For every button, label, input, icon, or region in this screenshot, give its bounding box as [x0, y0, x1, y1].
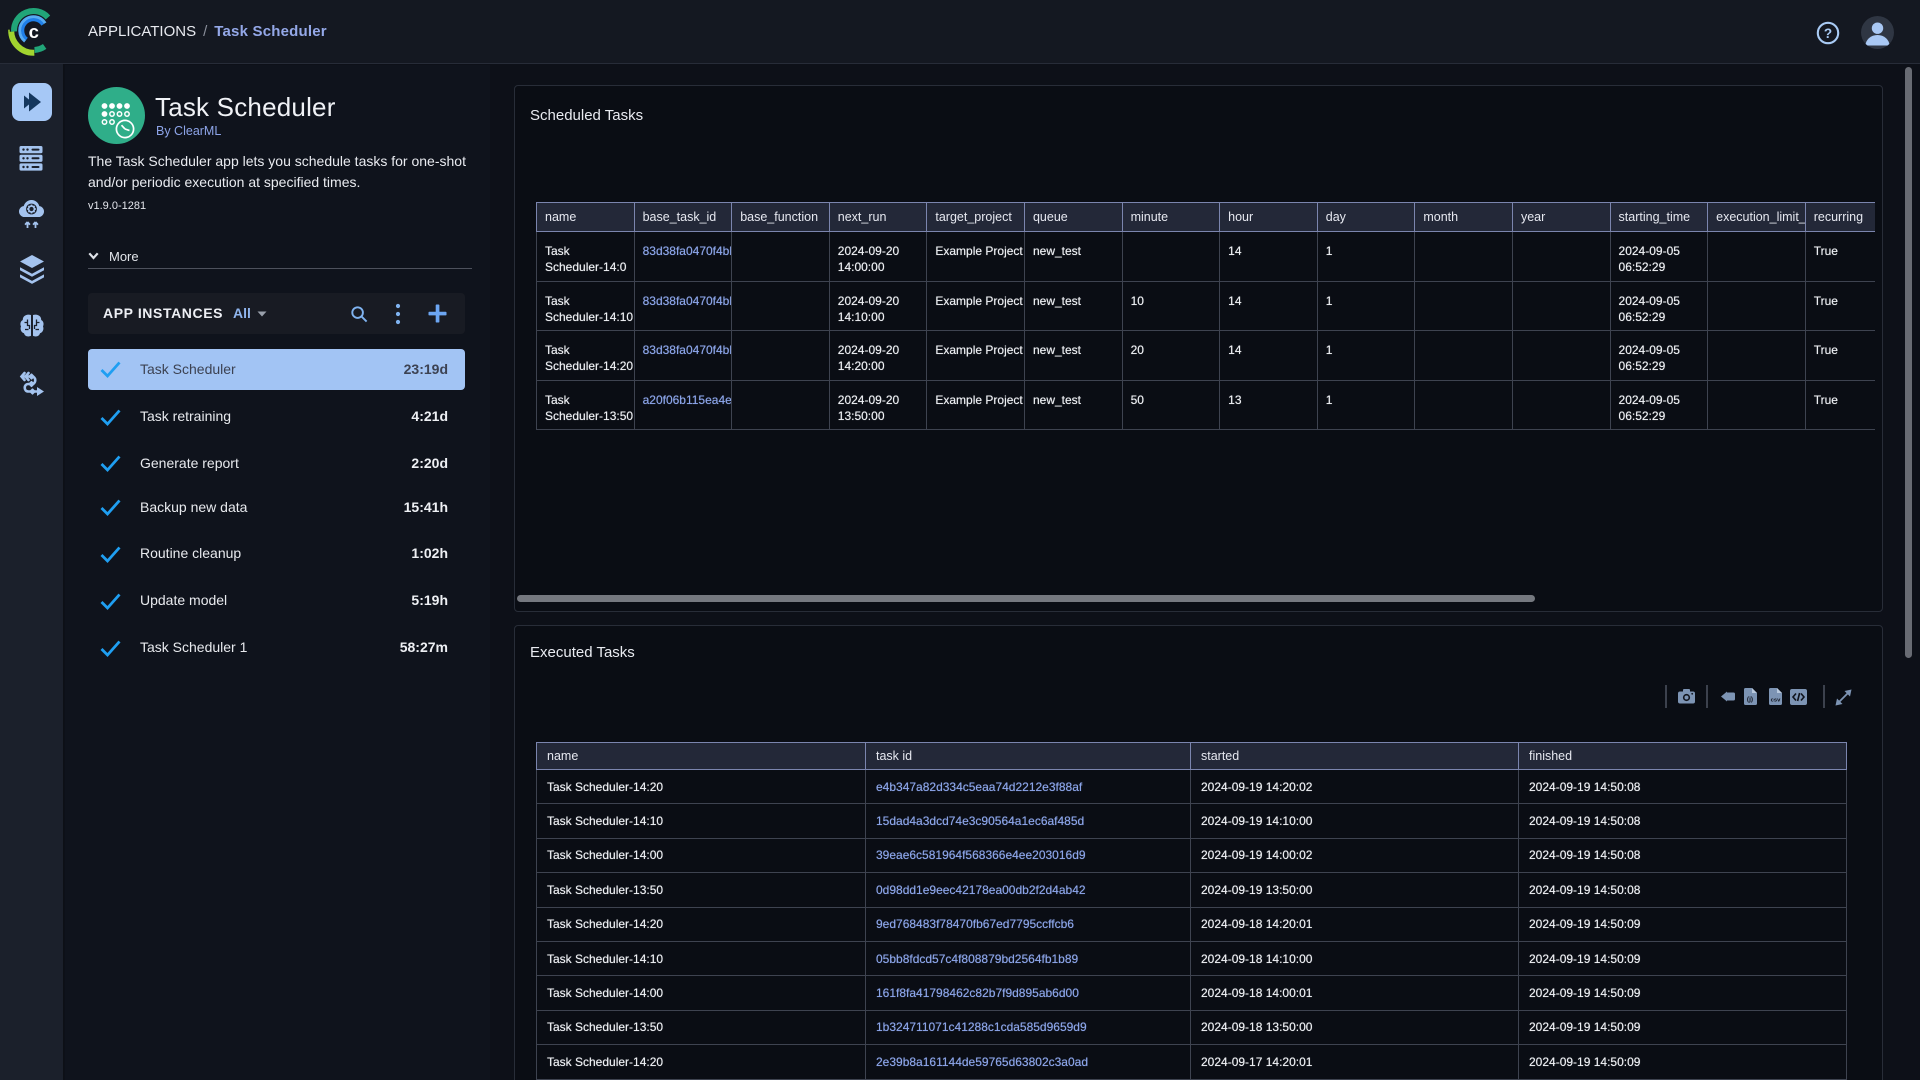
- svg-text:c: c: [29, 21, 39, 42]
- svg-text:(j): (j): [1747, 696, 1753, 703]
- svg-text:?: ?: [1824, 26, 1832, 41]
- svg-text:csv: csv: [1771, 698, 1781, 704]
